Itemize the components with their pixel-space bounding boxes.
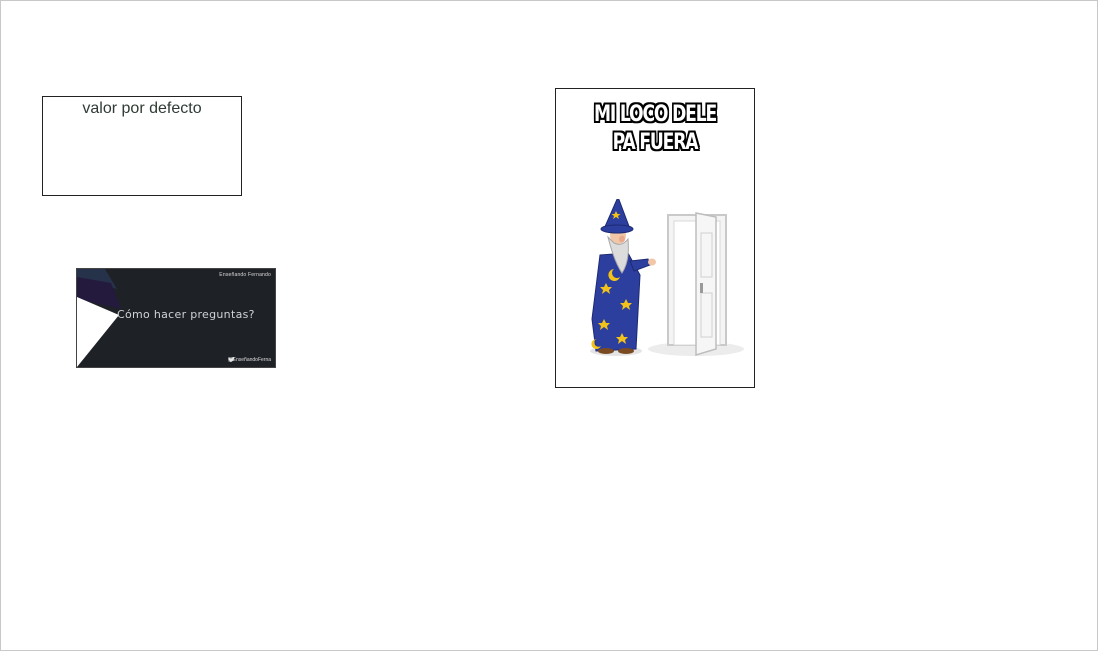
wizard-door-illustration: [590, 199, 744, 357]
twitter-bird-icon: [227, 357, 235, 362]
meme-caption-line-2: PA FUERA: [612, 130, 699, 155]
meme-image: MI LOCO DELE PA FUERA: [555, 88, 755, 388]
text-box-value: valor por defecto: [82, 100, 202, 117]
meme-caption-line-1: MI LOCO DELE: [593, 102, 717, 127]
text-box[interactable]: valor por defecto: [42, 96, 242, 196]
banner-image: Enseñando Fernando Cómo hacer preguntas?…: [76, 268, 276, 368]
meme-caption: MI LOCO DELE PA FUERA: [556, 101, 754, 157]
banner-handle: @EnseñandoFerna: [228, 357, 271, 363]
banner-site-name: Enseñando Fernando: [219, 272, 271, 278]
banner-title: Cómo hacer preguntas?: [117, 308, 255, 321]
